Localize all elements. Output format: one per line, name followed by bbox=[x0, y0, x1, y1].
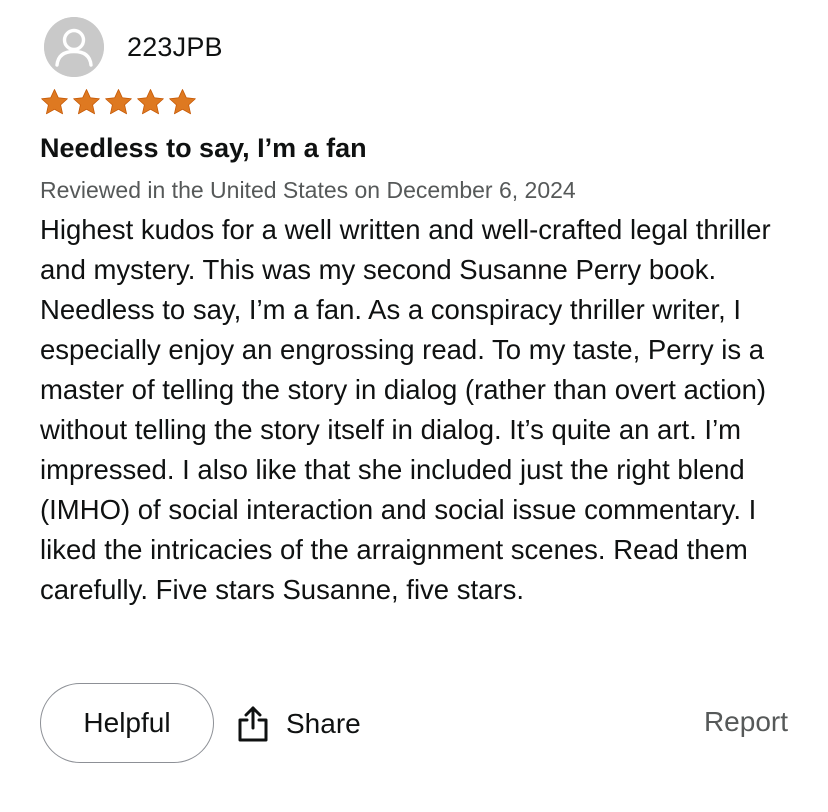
default-user-avatar-icon bbox=[44, 17, 104, 77]
star-icon bbox=[105, 89, 132, 115]
reviewer-profile[interactable]: 223JPB bbox=[44, 17, 223, 77]
helpful-button[interactable]: Helpful bbox=[40, 683, 214, 763]
share-label: Share bbox=[286, 708, 361, 739]
share-icon bbox=[238, 706, 268, 742]
reviewer-name[interactable]: 223JPB bbox=[127, 32, 223, 63]
review-card: 223JPB Needless to say, I’m a fan Review… bbox=[40, 0, 810, 812]
report-link[interactable]: Report bbox=[704, 706, 788, 738]
review-body: Highest kudos for a well written and wel… bbox=[40, 214, 771, 605]
star-icon bbox=[73, 89, 100, 115]
star-rating[interactable] bbox=[40, 88, 197, 118]
review-date-meta: Reviewed in the United States on Decembe… bbox=[40, 177, 576, 203]
star-icon bbox=[137, 89, 164, 115]
share-button[interactable]: Share bbox=[236, 703, 361, 745]
review-title: Needless to say, I’m a fan bbox=[40, 133, 367, 163]
star-icon bbox=[169, 89, 196, 115]
star-icon bbox=[41, 89, 68, 115]
